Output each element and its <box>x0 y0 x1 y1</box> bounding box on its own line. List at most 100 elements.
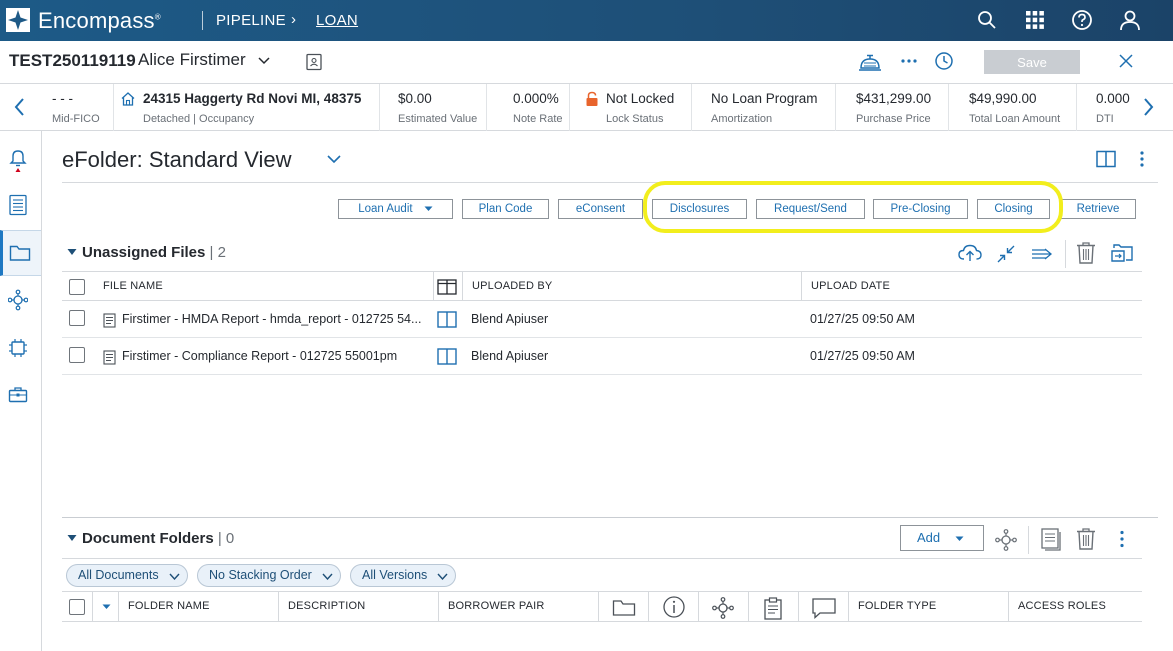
nav-toolkit[interactable] <box>0 373 41 419</box>
total-loan-amount-value: $49,990.00 <box>969 91 1037 106</box>
collapse-arrows-icon[interactable] <box>996 244 1016 264</box>
sort-caret-icon[interactable] <box>102 604 111 610</box>
folder-services-icon[interactable] <box>994 528 1018 552</box>
search-icon[interactable] <box>976 9 998 31</box>
column-chooser-icon[interactable] <box>437 279 457 295</box>
file-row-checkbox[interactable] <box>69 310 85 326</box>
nav-services[interactable] <box>0 277 41 323</box>
left-navigation <box>0 131 42 651</box>
col-uploaded-by[interactable]: UPLOADED BY <box>472 280 552 292</box>
col-access-roles[interactable]: ACCESS ROLES <box>1018 600 1106 612</box>
breadcrumb-pipeline[interactable]: PIPELINE <box>216 12 286 29</box>
col-info-icon[interactable] <box>662 596 686 618</box>
econsent-button[interactable]: eConsent <box>558 199 643 219</box>
col-separator <box>798 592 799 621</box>
plan-code-button[interactable]: Plan Code <box>462 199 549 219</box>
service-bell-icon[interactable] <box>858 51 882 73</box>
file-row[interactable]: Firstimer - HMDA Report - hmda_report - … <box>62 301 1142 338</box>
col-separator <box>118 592 119 621</box>
borrower-name[interactable]: Alice Firstimer <box>138 50 246 70</box>
file-name[interactable]: Firstimer - Compliance Report - 012725 5… <box>122 349 397 363</box>
stacking-order-filter[interactable]: No Stacking Order <box>197 564 341 587</box>
move-files-icon[interactable] <box>1030 244 1054 264</box>
note-rate-label: Note Rate <box>513 113 563 125</box>
col-file-name[interactable]: FILE NAME <box>103 280 163 292</box>
user-profile-icon[interactable] <box>1119 9 1141 31</box>
folders-collapse-caret-icon[interactable] <box>67 534 77 542</box>
header-divider <box>202 11 203 30</box>
col-upload-date[interactable]: UPLOAD DATE <box>811 280 890 292</box>
nav-loan-forms[interactable] <box>0 182 41 228</box>
versions-filter[interactable]: All Versions <box>350 564 456 587</box>
loan-header: TEST250119119 Alice Firstimer Save <box>0 41 1173 84</box>
help-icon[interactable] <box>1071 9 1093 31</box>
col-folder-name[interactable]: FOLDER NAME <box>128 600 210 612</box>
home-icon <box>121 92 135 106</box>
info-amortization: No Loan Program Amortization <box>692 84 836 131</box>
estimated-value: $0.00 <box>398 91 432 106</box>
nav-efolder[interactable] <box>0 230 41 276</box>
split-view-icon[interactable] <box>1096 150 1116 168</box>
file-row-checkbox[interactable] <box>69 347 85 363</box>
pane-splitter[interactable] <box>62 517 1158 518</box>
col-separator <box>801 272 802 301</box>
closing-button[interactable]: Closing <box>977 199 1050 219</box>
upload-date: 01/27/25 09:50 AM <box>810 349 915 363</box>
brand-name[interactable]: Encompass® <box>38 8 161 34</box>
col-services-icon[interactable] <box>711 596 735 620</box>
delete-trash-icon[interactable] <box>1076 241 1096 265</box>
apps-grid-icon[interactable] <box>1024 9 1046 31</box>
preview-pane-icon[interactable] <box>437 311 457 328</box>
history-clock-icon[interactable] <box>934 51 954 71</box>
delete-folder-trash-icon[interactable] <box>1076 527 1096 551</box>
add-caret-icon <box>955 536 964 541</box>
col-borrower-pair[interactable]: BORROWER PAIR <box>448 600 545 612</box>
breadcrumb-loan[interactable]: LOAN <box>316 12 358 29</box>
borrower-chevron-down-icon[interactable] <box>257 55 271 65</box>
disclosures-button[interactable]: Disclosures <box>652 199 747 219</box>
col-clipboard-icon[interactable] <box>763 596 783 620</box>
scroll-left-chevron-icon[interactable] <box>12 96 28 118</box>
scroll-right-chevron-icon[interactable] <box>1140 96 1156 118</box>
pre-closing-button[interactable]: Pre-Closing <box>873 199 968 219</box>
retrieve-button[interactable]: Retrieve <box>1060 199 1136 219</box>
folder-icon <box>9 245 31 261</box>
unassigned-collapse-caret-icon[interactable] <box>67 248 77 256</box>
col-folder-icon[interactable] <box>612 598 636 617</box>
select-all-files-checkbox[interactable] <box>69 279 85 295</box>
view-chevron-down-icon[interactable] <box>326 154 342 164</box>
file-name[interactable]: Firstimer - HMDA Report - hmda_report - … <box>122 312 421 326</box>
col-comment-icon[interactable] <box>811 597 837 619</box>
add-folder-button[interactable]: Add <box>900 525 984 551</box>
efolder-view-title[interactable]: eFolder: Standard View <box>62 147 292 173</box>
all-documents-filter[interactable]: All Documents <box>66 564 188 587</box>
more-options-icon[interactable] <box>900 51 918 71</box>
nav-alerts[interactable] <box>0 135 41 181</box>
col-separator <box>748 592 749 621</box>
col-description[interactable]: DESCRIPTION <box>288 600 365 612</box>
folders-more-icon[interactable] <box>1115 529 1129 549</box>
col-folder-type[interactable]: FOLDER TYPE <box>858 600 936 612</box>
mid-fico-value: - - - <box>52 91 73 106</box>
unassigned-title-text: Unassigned Files <box>82 244 206 261</box>
unassigned-table-header: FILE NAME UPLOADED BY UPLOAD DATE <box>62 271 1142 301</box>
stack-documents-icon[interactable] <box>1040 527 1062 551</box>
transfer-folder-icon[interactable] <box>1110 242 1136 264</box>
preview-pane-icon[interactable] <box>437 348 457 365</box>
nav-tools[interactable] <box>0 325 41 371</box>
save-button[interactable]: Save <box>984 50 1080 74</box>
briefcase-icon <box>8 387 28 403</box>
request-send-button[interactable]: Request/Send <box>756 199 865 219</box>
alert-bell-icon <box>9 150 27 172</box>
select-all-folders-checkbox[interactable] <box>69 599 85 615</box>
folders-title-text: Document Folders <box>82 530 214 547</box>
col-separator <box>462 272 463 301</box>
close-icon[interactable] <box>1117 52 1135 70</box>
contact-card-icon[interactable] <box>305 53 323 71</box>
file-row[interactable]: Firstimer - Compliance Report - 012725 5… <box>62 338 1142 375</box>
upload-cloud-icon[interactable] <box>957 243 983 263</box>
loan-audit-button[interactable]: Loan Audit <box>338 199 453 219</box>
filter-chevron-down-icon <box>437 573 448 580</box>
efolder-more-icon[interactable] <box>1135 150 1149 168</box>
dti-value: 0.000 <box>1096 91 1130 106</box>
